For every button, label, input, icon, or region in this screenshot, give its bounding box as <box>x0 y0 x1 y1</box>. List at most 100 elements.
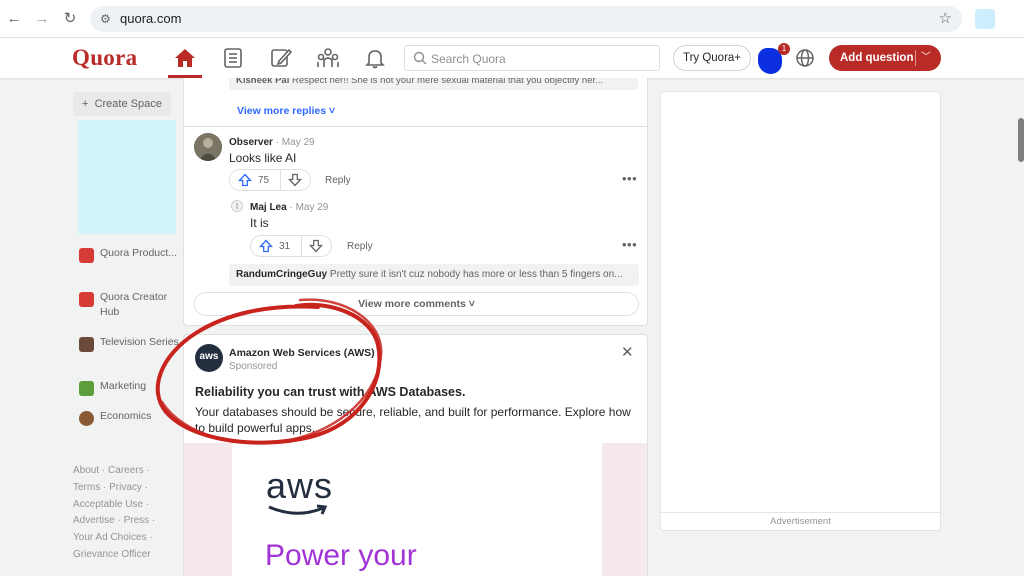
create-space-button[interactable]: + Create Space <box>73 92 171 116</box>
ad-body-text: Your databases should be secure, reliabl… <box>195 405 631 435</box>
reply-author-name: Maj Lea <box>250 202 287 213</box>
quora-header: Quora Search Quora Try Quora+ 1 Add ques… <box>0 38 1024 78</box>
advertisement-label: Advertisement <box>770 516 831 527</box>
search-icon <box>413 51 427 65</box>
space-tv-icon <box>79 337 94 352</box>
downvote-arrow-icon[interactable] <box>309 239 323 253</box>
reply-snippet[interactable]: RandumCringeGuy Pretty sure it isn't cuz… <box>229 264 639 286</box>
sidebar-item-quora-creator-hub[interactable]: Quora Creator Hub <box>79 290 179 320</box>
more-options-icon[interactable]: ••• <box>622 237 637 252</box>
chevron-down-icon: ˅ <box>329 105 336 117</box>
snippet-author: Kisneek Pal <box>236 78 290 86</box>
space-economics-icon <box>79 411 94 426</box>
upvote-count: 75 <box>258 175 270 186</box>
footer-link-terms[interactable]: Terms · <box>73 482 106 493</box>
aws-logo[interactable]: aws <box>195 344 223 372</box>
plus-icon: + <box>82 98 89 110</box>
comment-text: Looks like AI <box>229 151 297 165</box>
more-options-icon[interactable]: ••• <box>622 171 637 186</box>
following-icon[interactable] <box>221 47 245 69</box>
space-label: Economics <box>100 410 152 422</box>
divider <box>661 512 940 513</box>
ad-headline[interactable]: Reliability you can trust with AWS Datab… <box>195 385 465 399</box>
view-more-replies-label: View more replies <box>237 105 327 117</box>
reply-author[interactable]: Maj Lea · May 29 <box>250 202 328 213</box>
space-label: Quora Product... <box>100 247 178 259</box>
footer-link-careers[interactable]: Careers · <box>108 465 150 476</box>
site-settings-icon[interactable]: ⚙ <box>100 11 111 27</box>
space-q-icon <box>79 292 94 307</box>
space-label: Marketing <box>100 380 147 392</box>
space-q-icon <box>79 248 94 263</box>
space-label: Television Series <box>100 336 179 348</box>
footer-link-advertise[interactable]: Advertise · <box>73 515 121 526</box>
address-bar[interactable]: ⚙ quora.com ☆ <box>90 6 962 32</box>
comment-vote-control: 75 <box>229 169 311 191</box>
create-space-label: Create Space <box>94 98 162 110</box>
sidebar-item-economics[interactable]: Economics <box>79 409 179 439</box>
search-placeholder: Search Quora <box>431 52 506 66</box>
reply-button[interactable]: Reply <box>347 241 373 252</box>
upvote-arrow-icon[interactable] <box>259 239 273 253</box>
downvote-arrow-icon[interactable] <box>288 173 302 187</box>
sponsored-ad-card[interactable]: aws Amazon Web Services (AWS) Sponsored … <box>183 334 648 576</box>
browser-toolbar: ← → ↻ ⚙ quora.com ☆ <box>0 0 1024 38</box>
sidebar-item-marketing[interactable]: Marketing <box>79 379 179 409</box>
reply-date: · May 29 <box>289 202 329 213</box>
globe-icon[interactable] <box>795 48 815 68</box>
forward-arrow-icon[interactable]: → <box>32 9 52 29</box>
bell-icon[interactable] <box>363 47 387 69</box>
footer-link-ad-choices[interactable]: Your Ad Choices · <box>73 532 153 543</box>
vote-divider <box>301 236 302 256</box>
commenter-avatar[interactable] <box>194 133 222 161</box>
space-marketing-icon <box>79 381 94 396</box>
advertiser-name[interactable]: Amazon Web Services (AWS) <box>229 347 375 359</box>
previous-reply-snippet[interactable]: Kisneek Pal Respect her!! She is not you… <box>229 78 638 90</box>
extension-icon[interactable] <box>975 9 995 29</box>
view-more-comments-button[interactable]: View more comments ˅ <box>194 292 639 316</box>
vote-divider <box>280 170 281 190</box>
ad-aws-wordmark: aws <box>266 465 334 506</box>
scrollbar-thumb[interactable] <box>1018 118 1024 162</box>
comment-date: · May 29 <box>275 137 315 148</box>
sidebar-item-television-series[interactable]: Television Series <box>79 335 179 365</box>
sponsored-label: Sponsored <box>229 361 278 372</box>
url-text[interactable]: quora.com <box>120 12 181 26</box>
footer-link-privacy[interactable]: Privacy · <box>109 482 148 493</box>
snippet-text: Pretty sure it isn't cuz nobody has more… <box>329 269 623 280</box>
star-icon[interactable]: ☆ <box>939 10 952 28</box>
add-question-label: Add question <box>840 52 914 64</box>
reply-avatar-icon[interactable] <box>231 200 243 212</box>
divider <box>184 126 649 127</box>
ad-image[interactable]: aws Power your <box>232 443 602 576</box>
comments-panel: Kisneek Pal Respect her!! She is not you… <box>183 78 649 326</box>
close-icon[interactable]: ✕ <box>621 343 634 361</box>
footer-link-press[interactable]: Press · <box>124 515 156 526</box>
footer-link-acceptable-use[interactable]: Acceptable Use · <box>73 499 149 510</box>
sidebar-item-quora-product[interactable]: Quora Product... <box>79 246 179 276</box>
reply-text: It is <box>250 216 269 230</box>
reload-icon[interactable]: ↻ <box>60 9 80 29</box>
view-more-replies-link[interactable]: View more replies ˅ <box>237 105 335 117</box>
answer-pencil-icon[interactable] <box>269 47 293 69</box>
quora-logo[interactable]: Quora <box>72 45 137 71</box>
back-arrow-icon[interactable]: ← <box>4 9 24 29</box>
view-more-comments-label: View more comments <box>358 298 466 310</box>
ad-tagline: Power your <box>265 539 417 572</box>
notification-badge: 1 <box>778 43 790 55</box>
footer-link-about[interactable]: About · <box>73 465 105 476</box>
snippet-author: RandumCringeGuy <box>236 269 328 280</box>
spaces-icon[interactable] <box>316 47 340 69</box>
comment-author[interactable]: Observer · May 29 <box>229 137 315 148</box>
footer-links: About · Careers · Terms · Privacy · Acce… <box>73 463 173 564</box>
try-quora-plus-button[interactable]: Try Quora+ <box>673 45 751 71</box>
footer-link-grievance-officer[interactable]: Grievance Officer <box>73 549 151 560</box>
reply-button[interactable]: Reply <box>325 175 351 186</box>
add-question-button[interactable]: Add question ﹀ <box>829 45 941 71</box>
chevron-down-icon[interactable]: ﹀ <box>921 45 931 71</box>
upvote-arrow-icon[interactable] <box>238 173 252 187</box>
search-input[interactable]: Search Quora <box>404 45 660 71</box>
right-ad-panel[interactable]: Advertisement <box>660 91 941 531</box>
home-icon[interactable] <box>173 47 197 69</box>
space-promo-panel[interactable] <box>78 120 176 234</box>
